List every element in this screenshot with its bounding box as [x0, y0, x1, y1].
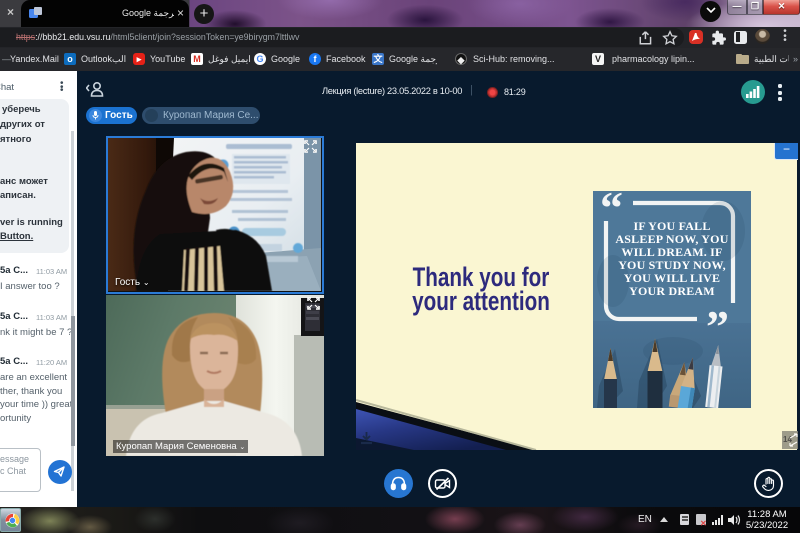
svg-text:”: ” — [706, 301, 729, 352]
